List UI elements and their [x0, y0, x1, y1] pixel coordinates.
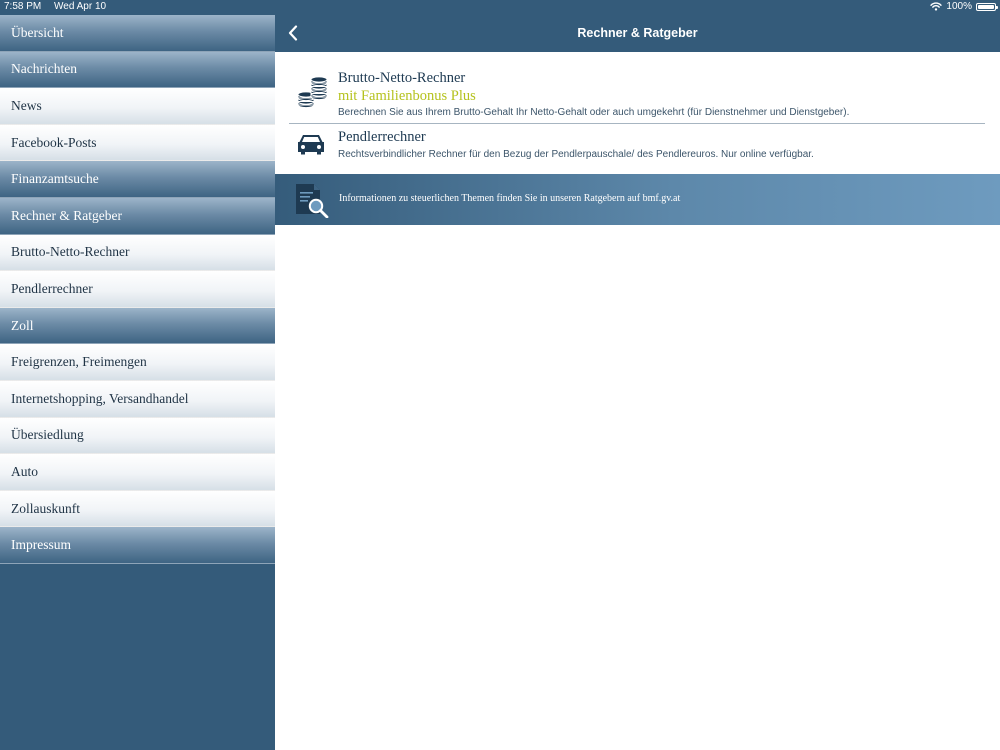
sidebar-item-label: Zoll [11, 317, 34, 333]
sidebar-item-label: Facebook-Posts [11, 134, 97, 150]
calculator-pendler[interactable]: Pendlerrechner Rechtsverbindlicher Rechn… [289, 129, 985, 167]
sidebar-item-label: Pendlerrechner [11, 280, 93, 296]
sidebar-item-finanzamtsuche[interactable]: Finanzamtsuche [0, 161, 275, 198]
page-title: Rechner & Ratgeber [577, 26, 698, 40]
sidebar-item-impressum[interactable]: Impressum [0, 527, 275, 564]
document-search-icon [294, 182, 330, 219]
sidebar-item-auto[interactable]: Auto [0, 454, 275, 491]
calculator-description: Rechtsverbindlicher Rechner für den Bezu… [338, 149, 814, 160]
main-content: Rechner & Ratgeber Brutto-Netto-Rechner … [275, 0, 1000, 750]
sidebar-item-label: News [11, 97, 42, 113]
car-icon [297, 133, 329, 157]
sidebar-item-brutto-netto-rechner[interactable]: Brutto-Netto-Rechner [0, 234, 275, 272]
sidebar-item-label: Rechner & Ratgeber [11, 207, 122, 223]
sidebar-item-label: Internetshopping, Versandhandel [11, 390, 189, 406]
sidebar-item-label: Brutto-Netto-Rechner [11, 244, 130, 260]
info-banner[interactable]: Informationen zu steuerlichen Themen fin… [275, 174, 1000, 225]
calculator-title: Pendlerrechner [338, 129, 426, 145]
sidebar-item-uebersiedlung[interactable]: Übersiedlung [0, 417, 275, 455]
sidebar-item-news[interactable]: News [0, 88, 275, 125]
sidebar-item-pendlerrechner[interactable]: Pendlerrechner [0, 271, 275, 308]
sidebar-item-label: Übersicht [11, 24, 64, 40]
sidebar-item-internetshopping-versandhandel[interactable]: Internetshopping, Versandhandel [0, 380, 275, 418]
sidebar-item-label: Freigrenzen, Freimengen [11, 354, 147, 370]
sidebar-item-freigrenzen-freimengen[interactable]: Freigrenzen, Freimengen [0, 344, 275, 381]
divider [289, 123, 985, 124]
battery-icon [976, 2, 998, 11]
sidebar-item-label: Auto [11, 463, 38, 479]
coins-icon [297, 76, 329, 109]
info-banner-text: Informationen zu steuerlichen Themen fin… [339, 193, 681, 204]
sidebar-item-nachrichten[interactable]: Nachrichten [0, 51, 275, 89]
status-date: Wed Apr 10 [54, 1, 107, 12]
sidebar-item-label: Nachrichten [11, 61, 77, 77]
sidebar-item-label: Finanzamtsuche [11, 171, 99, 187]
status-bar: 7:58 PM Wed Apr 10 100% [0, 0, 1000, 15]
sidebar-item-label: Impressum [11, 537, 71, 553]
calculator-subtitle: mit Familienbonus Plus [338, 88, 476, 104]
menu-list: Übersicht Nachrichten News Facebook-Posts Fi… [0, 15, 275, 564]
sidebar-menu: Übersicht Nachrichten News Facebook-Posts Fi… [0, 0, 275, 750]
sidebar-item-rechner-and-ratgeber[interactable]: Rechner & Ratgeber [0, 197, 275, 235]
sidebar-item-zollauskunft[interactable]: Zollauskunft [0, 490, 275, 528]
wifi-icon [930, 2, 943, 11]
sidebar-item-label: Übersiedlung [11, 427, 84, 443]
sidebar-item-facebook-posts[interactable]: Facebook-Posts [0, 124, 275, 162]
sidebar-item-label: Zollauskunft [11, 500, 80, 516]
sidebar-item-uebersicht[interactable]: Übersicht [0, 15, 275, 52]
calculator-brutto-netto[interactable]: Brutto-Netto-Rechner mit Familienbonus P… [289, 70, 985, 122]
status-time: 7:58 PM [4, 1, 42, 12]
calculator-title: Brutto-Netto-Rechner [338, 70, 466, 86]
battery-percent: 100% [946, 1, 972, 12]
sidebar-item-zoll[interactable]: Zoll [0, 307, 275, 345]
calculator-description: Berechnen Sie aus Ihrem Brutto-Gehalt Ih… [338, 107, 850, 118]
